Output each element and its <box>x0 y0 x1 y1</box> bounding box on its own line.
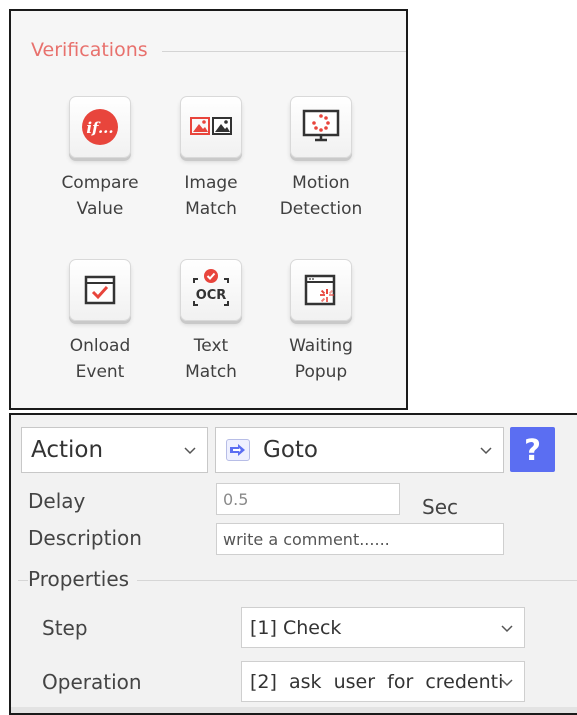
delay-label: Delay <box>28 489 86 513</box>
operation-label: Operation <box>42 670 142 694</box>
tool-compare-value[interactable]: if... Compare Value <box>45 96 155 222</box>
verifications-panel: Verifications if... Compare Value Image … <box>9 9 408 410</box>
chevron-down-icon <box>501 624 513 632</box>
compare-value-icon: if... <box>82 109 118 145</box>
step-label: Step <box>42 616 88 640</box>
command-value: Goto <box>263 437 318 463</box>
chevron-down-icon <box>501 678 513 686</box>
tool-label: Onload Event <box>69 336 131 382</box>
command-select[interactable]: Goto <box>215 427 504 473</box>
description-input[interactable]: write a comment...... <box>216 523 504 555</box>
action-properties-panel: Action Goto ? Delay 0.5 Sec Description … <box>9 413 577 715</box>
onload-event-icon <box>84 275 116 305</box>
tool-text-match[interactable]: OCR Text Match <box>156 259 266 385</box>
goto-icon <box>226 439 250 461</box>
step-select[interactable]: [1] Check <box>241 607 525 648</box>
action-type-value: Action <box>31 437 104 463</box>
tool-label: Text Match <box>185 336 237 382</box>
onload-event-button[interactable] <box>69 259 131 321</box>
svg-text:OCR: OCR <box>196 288 227 303</box>
tool-label: Waiting Popup <box>289 336 353 382</box>
tool-waiting-popup[interactable]: Waiting Popup <box>266 259 376 385</box>
tool-label: Image Match <box>184 173 238 219</box>
section-title: Verifications <box>31 39 162 61</box>
help-button[interactable]: ? <box>510 427 555 472</box>
bottom-divider <box>11 707 577 713</box>
compare-value-button[interactable]: if... <box>69 96 131 158</box>
tool-motion-detection[interactable]: Motion Detection <box>266 96 376 222</box>
operation-select[interactable]: [2] ask user for credenti <box>241 661 525 702</box>
properties-title: Properties <box>28 567 138 591</box>
tool-label: Compare Value <box>61 173 139 219</box>
operation-value: [2] ask user for credenti <box>250 670 504 693</box>
waiting-popup-icon <box>304 274 336 306</box>
image-match-button[interactable] <box>180 96 242 158</box>
tool-image-match[interactable]: Image Match <box>156 96 266 222</box>
text-match-icon: OCR <box>193 269 229 306</box>
step-value: [1] Check <box>250 616 342 639</box>
description-label: Description <box>28 526 142 550</box>
chevron-down-icon <box>184 447 196 455</box>
delay-input[interactable]: 0.5 <box>216 483 400 515</box>
svg-text:if...: if... <box>86 119 113 137</box>
image-match-icon <box>190 117 232 135</box>
action-type-select[interactable]: Action <box>21 427 208 473</box>
motion-detection-button[interactable] <box>290 96 352 158</box>
text-match-button[interactable]: OCR <box>180 259 242 321</box>
chevron-down-icon <box>480 447 492 455</box>
tool-label: Motion Detection <box>279 173 363 219</box>
tool-onload-event[interactable]: Onload Event <box>45 259 155 385</box>
waiting-popup-button[interactable] <box>290 259 352 321</box>
motion-detection-icon <box>302 109 340 142</box>
delay-unit-label: Sec <box>422 495 458 519</box>
